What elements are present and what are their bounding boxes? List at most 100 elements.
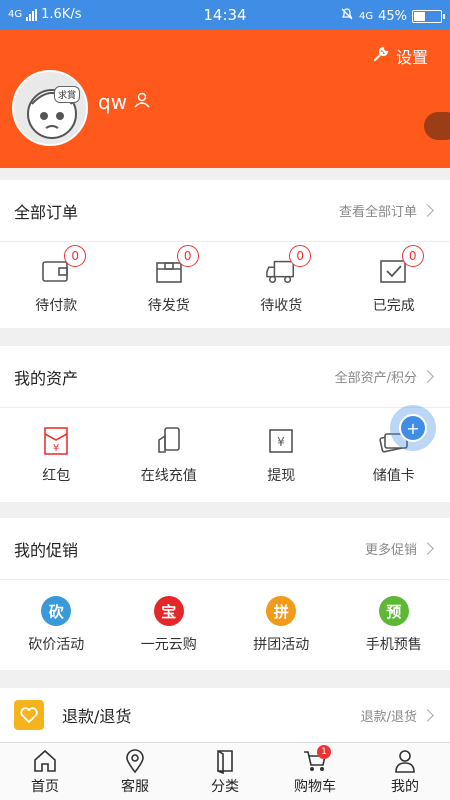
orders-title: 全部订单 xyxy=(14,202,79,222)
check-box-icon: 0 xyxy=(378,245,424,287)
battery-percent: 45% xyxy=(378,8,407,24)
wallet-icon: 0 xyxy=(40,245,87,287)
red-packet-icon: ¥ xyxy=(40,425,72,457)
promos-view-all-label: 更多促销 xyxy=(364,543,417,558)
promo-label: 拼团活动 xyxy=(253,637,310,653)
promos-title: 我的促销 xyxy=(14,540,79,560)
chevron-right-icon xyxy=(421,370,434,383)
order-pending-receipt[interactable]: 0 待收货 xyxy=(225,242,338,328)
order-pending-shipment[interactable]: 0 待发货 xyxy=(113,242,226,328)
wrench-icon xyxy=(372,45,390,67)
promo-label: 砍价活动 xyxy=(28,637,85,653)
recharge-icon xyxy=(153,425,185,457)
assets-title: 我的资产 xyxy=(14,368,79,388)
avatar[interactable]: 求賞 xyxy=(12,70,88,146)
box-icon: 0 xyxy=(153,245,199,287)
avatar-face-icon xyxy=(27,89,77,139)
chevron-right-icon xyxy=(421,708,434,722)
asset-label: 储值卡 xyxy=(372,468,415,484)
order-label: 待收货 xyxy=(260,298,303,314)
tab-label: 分类 xyxy=(211,778,239,795)
order-label: 待发货 xyxy=(147,298,190,314)
assets-grid: ¥ 红包 在线充值 ¥ 提现 储值卡 xyxy=(0,408,450,502)
floating-side-tab[interactable] xyxy=(424,112,450,140)
username-text: qw xyxy=(98,90,128,114)
withdraw-icon: ¥ xyxy=(265,425,297,457)
promo-label: 手机预售 xyxy=(365,637,422,653)
promos-section: 我的促销 更多促销 砍 砍价活动 宝 一元云购 拼 拼团活动 预 手机预售 xyxy=(0,518,450,670)
battery-icon xyxy=(412,9,445,23)
location-pin-icon xyxy=(126,748,144,773)
tab-label: 客服 xyxy=(121,778,149,795)
orders-grid: 0 待付款 0 待发货 0 待收货 0 已完成 xyxy=(0,242,450,328)
plus-icon: + xyxy=(399,414,427,442)
book-icon xyxy=(217,749,233,774)
tab-label: 购物车 xyxy=(294,778,336,795)
tab-cart[interactable]: 1 购物车 xyxy=(270,743,360,800)
assets-section: 我的资产 全部资产/积分 ¥ 红包 在线充值 ¥ 提现 储值卡 xyxy=(0,346,450,502)
tab-label: 我的 xyxy=(391,778,419,795)
svg-text:¥: ¥ xyxy=(53,443,59,454)
tab-home[interactable]: 首页 xyxy=(0,743,90,800)
settings-label: 设置 xyxy=(395,48,428,67)
asset-label: 提现 xyxy=(267,468,296,484)
promos-grid: 砍 砍价活动 宝 一元云购 拼 拼团活动 预 手机预售 xyxy=(0,580,450,670)
bargain-icon: 砍 xyxy=(41,596,72,626)
username[interactable]: qw xyxy=(98,90,151,114)
orders-header[interactable]: 全部订单 查看全部订单 xyxy=(0,180,450,242)
refund-link-label: 退款/退货 xyxy=(360,709,417,725)
profile-header: 设置 求賞 qw xyxy=(0,30,450,168)
order-count-badge: 0 xyxy=(176,245,199,267)
assets-header[interactable]: 我的资产 全部资产/积分 xyxy=(0,346,450,408)
assets-view-all-label: 全部资产/积分 xyxy=(334,371,417,386)
asset-withdraw[interactable]: ¥ 提现 xyxy=(225,408,338,502)
truck-icon: 0 xyxy=(265,245,312,287)
status-right: 4G 45% xyxy=(340,7,445,25)
promo-label: 一元云购 xyxy=(140,637,197,653)
tab-label: 首页 xyxy=(31,778,59,795)
presale-icon: 预 xyxy=(378,596,409,626)
order-count-badge: 0 xyxy=(64,245,87,267)
order-label: 待付款 xyxy=(35,298,78,314)
cart-count-badge: 1 xyxy=(317,745,331,759)
order-count-badge: 0 xyxy=(401,245,424,267)
refund-title: 退款/退货 xyxy=(62,707,132,726)
floating-action-button[interactable]: + xyxy=(390,405,436,451)
orders-section: 全部订单 查看全部订单 0 待付款 0 待发货 0 待收货 0 已完成 xyxy=(0,180,450,328)
promos-view-all[interactable]: 更多促销 xyxy=(365,539,436,558)
order-completed[interactable]: 0 已完成 xyxy=(338,242,450,328)
order-count-badge: 0 xyxy=(289,245,312,267)
heart-icon xyxy=(14,700,44,730)
tab-service[interactable]: 客服 xyxy=(90,743,180,800)
orders-view-all-label: 查看全部订单 xyxy=(338,205,417,220)
chevron-right-icon xyxy=(421,542,434,555)
promo-one-yuan[interactable]: 宝 一元云购 xyxy=(113,580,226,670)
asset-red-packet[interactable]: ¥ 红包 xyxy=(0,408,113,502)
chevron-right-icon xyxy=(421,204,434,217)
group-buy-icon: 拼 xyxy=(266,596,297,626)
tab-category[interactable]: 分类 xyxy=(180,743,270,800)
treasure-icon: 宝 xyxy=(153,596,184,626)
svg-text:¥: ¥ xyxy=(277,435,285,449)
tab-mine[interactable]: 我的 xyxy=(360,743,450,800)
asset-recharge[interactable]: 在线充值 xyxy=(113,408,226,502)
status-bar: 4G 1.6K/s 14:34 4G 45% xyxy=(0,0,450,30)
promo-bargain[interactable]: 砍 砍价活动 xyxy=(0,580,113,670)
asset-label: 在线充值 xyxy=(140,468,197,484)
orders-view-all[interactable]: 查看全部订单 xyxy=(339,201,436,220)
promo-presale[interactable]: 预 手机预售 xyxy=(338,580,450,670)
settings-button[interactable]: 设置 xyxy=(372,44,428,68)
network-type-right: 4G xyxy=(358,10,374,22)
refund-link[interactable]: 退款/退货 xyxy=(361,706,436,725)
refund-row[interactable]: 退款/退货 退款/退货 xyxy=(0,688,450,742)
order-label: 已完成 xyxy=(372,298,415,314)
asset-label: 红包 xyxy=(42,468,71,484)
home-icon xyxy=(34,749,56,772)
bottom-tab-bar: 首页 客服 分类 1 购物车 我的 xyxy=(0,742,450,800)
promo-group-buy[interactable]: 拼 拼团活动 xyxy=(225,580,338,670)
promos-header[interactable]: 我的促销 更多促销 xyxy=(0,518,450,580)
assets-view-all[interactable]: 全部资产/积分 xyxy=(335,367,436,386)
order-pending-payment[interactable]: 0 待付款 xyxy=(0,242,113,328)
person-icon xyxy=(395,749,415,773)
user-icon xyxy=(133,90,151,114)
